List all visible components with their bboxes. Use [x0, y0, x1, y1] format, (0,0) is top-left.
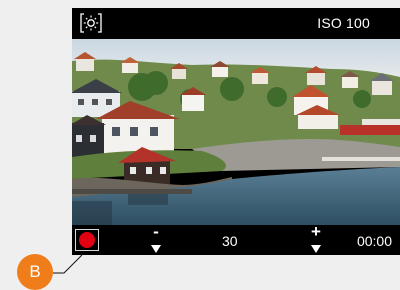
decrease-button[interactable]: - — [146, 222, 166, 255]
sun-icon — [80, 13, 102, 33]
top-toolbar: ISO 100 — [72, 8, 400, 39]
iso-setting[interactable]: ISO 100 — [317, 15, 370, 31]
value-display: 30 — [222, 233, 238, 249]
timer-display: 00:00 — [356, 233, 392, 249]
camera-app: ISO 100 - 30 + 00:00 — [72, 8, 400, 255]
harbor-village-photo — [72, 39, 400, 225]
white-balance-button[interactable] — [80, 13, 102, 33]
plus-icon: + — [311, 222, 321, 241]
camera-viewfinder — [72, 39, 400, 225]
triangle-down-icon — [311, 245, 321, 253]
bottom-toolbar: - 30 + 00:00 — [72, 222, 400, 255]
increase-button[interactable]: + — [306, 222, 326, 255]
record-icon — [79, 232, 95, 248]
triangle-down-icon — [151, 245, 161, 253]
callout-badge: B — [17, 254, 53, 290]
minus-icon: - — [153, 222, 159, 241]
record-button[interactable] — [75, 229, 99, 251]
